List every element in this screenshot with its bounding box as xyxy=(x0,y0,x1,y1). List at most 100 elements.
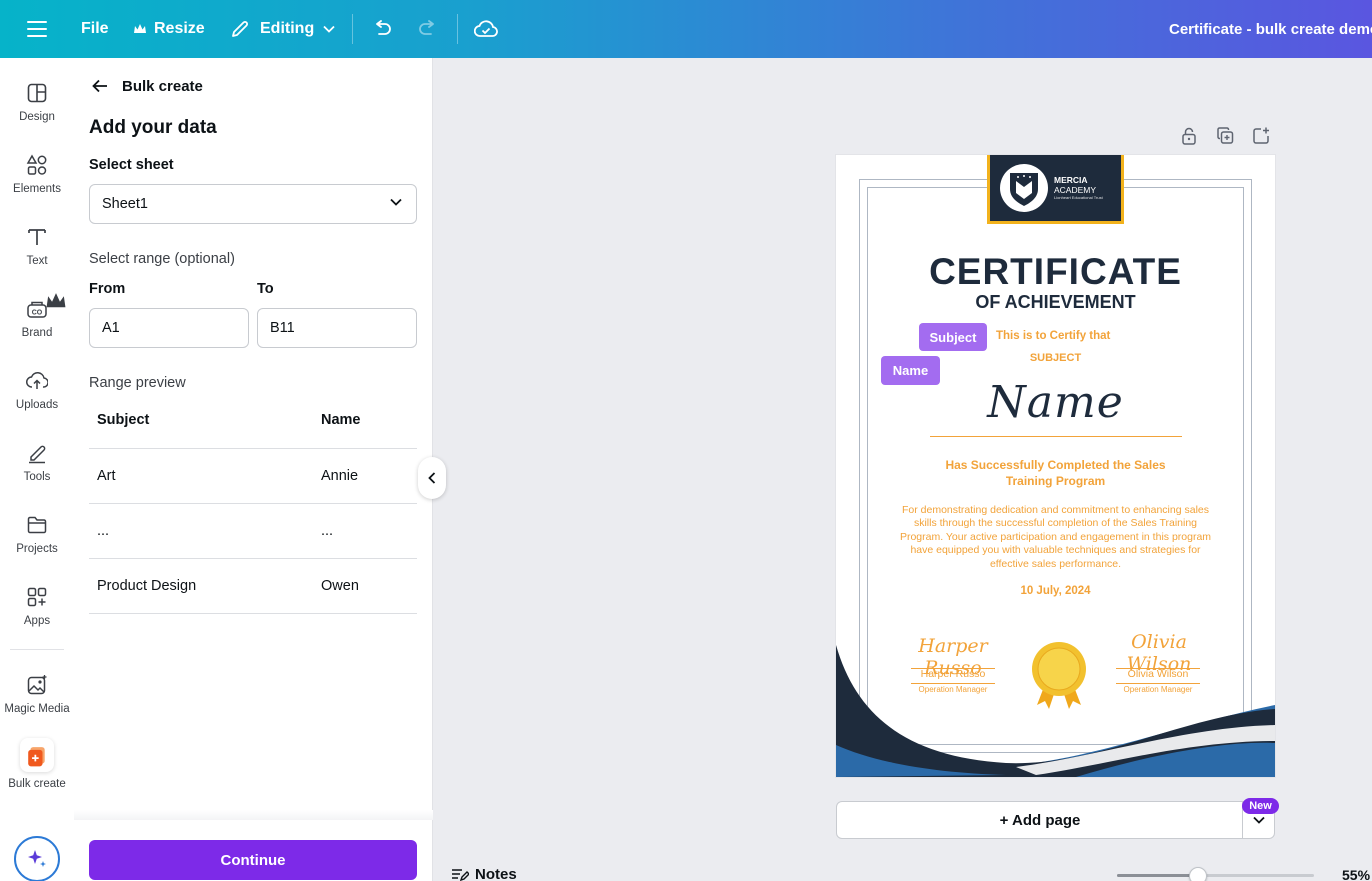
chevron-down-icon[interactable] xyxy=(1253,816,1265,824)
bulk-create-icon xyxy=(20,738,54,772)
top-bar: File Resize Editing Certificate - bulk c… xyxy=(0,0,1372,58)
rail-label: Elements xyxy=(13,183,61,195)
text-icon xyxy=(28,229,46,245)
column-header-name: Name xyxy=(321,412,361,428)
panel-footer-shade xyxy=(74,810,433,820)
magic-assistant-button[interactable] xyxy=(14,836,60,881)
undo-button[interactable] xyxy=(371,0,393,58)
hamburger-icon xyxy=(27,21,47,37)
zoom-level[interactable]: 55% xyxy=(1342,867,1370,881)
table-divider xyxy=(89,448,417,449)
range-preview-label: Range preview xyxy=(89,375,186,391)
rail-label: Magic Media xyxy=(4,703,70,715)
column-header-subject: Subject xyxy=(97,412,150,428)
range-to-input[interactable]: B11 xyxy=(257,308,417,348)
completed-text-line1: Has Successfully Completed the Sales xyxy=(945,458,1166,472)
rail-item-design[interactable]: Design xyxy=(0,78,74,142)
table-cell: ... xyxy=(321,523,334,539)
table-cell: ... xyxy=(97,523,110,539)
sparkle-icon xyxy=(28,850,46,867)
table-cell: Product Design xyxy=(97,578,197,594)
left-rail: Design Elements Text CO Brand Uploads To… xyxy=(0,58,74,881)
rail-item-text[interactable]: Text xyxy=(0,222,74,286)
magic-media-icon xyxy=(27,675,47,695)
page-lock-button[interactable] xyxy=(1180,126,1198,146)
resize-label: Resize xyxy=(154,20,205,37)
rail-item-tools[interactable]: Tools xyxy=(0,438,74,502)
select-range-label: Select range (optional) xyxy=(89,251,235,267)
tools-icon xyxy=(29,445,46,464)
cloud-save-status[interactable] xyxy=(474,0,498,58)
certificate-title[interactable]: CERTIFICATE xyxy=(836,251,1275,293)
toolbar-divider xyxy=(352,14,353,44)
completed-text[interactable]: Has Successfully Completed the Sales Tra… xyxy=(836,457,1275,489)
select-sheet-label: Select sheet xyxy=(89,157,174,173)
range-from-value: A1 xyxy=(102,320,120,336)
lock-icon xyxy=(1182,127,1196,145)
rail-label: Apps xyxy=(23,615,51,627)
rail-label: Uploads xyxy=(15,399,59,411)
zoom-slider[interactable] xyxy=(1117,867,1314,881)
arrow-left-icon xyxy=(92,79,107,93)
uploads-icon xyxy=(26,371,48,389)
new-badge: New xyxy=(1242,798,1279,814)
sheet-select[interactable]: Sheet1 xyxy=(89,184,417,224)
table-cell: Owen xyxy=(321,578,359,594)
rail-item-projects[interactable]: Projects xyxy=(0,510,74,574)
subject-field-tag[interactable]: Subject xyxy=(919,323,987,351)
duplicate-page-button[interactable] xyxy=(1216,126,1234,146)
chevron-down-icon xyxy=(323,25,335,33)
rail-item-apps[interactable]: Apps xyxy=(0,582,74,646)
rail-label: Text xyxy=(26,255,48,267)
rail-item-elements[interactable]: Elements xyxy=(0,150,74,214)
rail-label: Projects xyxy=(16,543,58,555)
main-menu-button[interactable] xyxy=(26,0,48,58)
notes-icon xyxy=(452,868,469,881)
continue-button[interactable]: Continue xyxy=(89,840,417,880)
rail-item-bulk-create[interactable]: Bulk create xyxy=(0,738,74,802)
zoom-slider-knob[interactable] xyxy=(1189,867,1207,881)
add-page-top-button[interactable] xyxy=(1252,126,1270,146)
table-divider xyxy=(89,613,417,614)
file-menu-button[interactable]: File xyxy=(81,0,109,58)
notes-label: Notes xyxy=(475,866,517,881)
toolbar-divider xyxy=(457,14,458,44)
editing-mode-button[interactable]: Editing xyxy=(230,0,335,58)
table-divider xyxy=(89,503,417,504)
certify-text[interactable]: This is to Certify that xyxy=(996,330,1110,342)
academy-logo[interactable]: MERCIA ACADEMY Lionheart Educational Tru… xyxy=(987,155,1124,224)
add-page-button[interactable]: + Add page xyxy=(836,801,1275,839)
sheet-select-value: Sheet1 xyxy=(102,196,148,212)
logo-text: MERCIA ACADEMY Lionheart Educational Tru… xyxy=(1054,175,1103,201)
logo-line3: Lionheart Educational Trust xyxy=(1054,195,1103,200)
collapse-panel-button[interactable] xyxy=(418,457,446,499)
logo-line1: MERCIA xyxy=(1054,175,1088,185)
notes-button[interactable]: Notes xyxy=(451,866,517,881)
certificate-date[interactable]: 10 July, 2024 xyxy=(836,585,1275,597)
document-title[interactable]: Certificate - bulk create demo xyxy=(1169,0,1372,58)
editing-label: Editing xyxy=(260,20,315,37)
table-divider xyxy=(89,558,417,559)
range-from-input[interactable]: A1 xyxy=(89,308,249,348)
zoom-slider-fill xyxy=(1117,874,1198,877)
back-button[interactable]: Bulk create xyxy=(92,76,203,96)
bulk-create-panel: Bulk create Add your data Select sheet S… xyxy=(74,58,433,881)
redo-button[interactable] xyxy=(417,0,439,58)
certificate-subtitle[interactable]: OF ACHIEVEMENT xyxy=(836,292,1275,313)
to-label: To xyxy=(257,281,274,297)
table-cell: Annie xyxy=(321,468,359,484)
undo-icon xyxy=(376,20,391,35)
crown-icon xyxy=(134,24,146,33)
rail-item-magic-media[interactable]: Magic Media xyxy=(0,670,74,734)
rail-item-brand[interactable]: CO Brand xyxy=(0,293,74,358)
add-page-label: + Add page xyxy=(999,811,1081,829)
chevron-down-icon xyxy=(390,198,402,206)
rail-label: Bulk create xyxy=(8,778,66,790)
certificate-paragraph[interactable]: For demonstrating dedication and commitm… xyxy=(898,504,1213,571)
elements-icon xyxy=(26,154,47,175)
certificate-page[interactable]: MERCIA ACADEMY Lionheart Educational Tru… xyxy=(836,155,1275,777)
rail-item-uploads[interactable]: Uploads xyxy=(0,366,74,430)
range-to-value: B11 xyxy=(270,320,295,336)
resize-button[interactable]: Resize xyxy=(133,0,205,58)
name-placeholder[interactable]: Name xyxy=(836,377,1275,428)
